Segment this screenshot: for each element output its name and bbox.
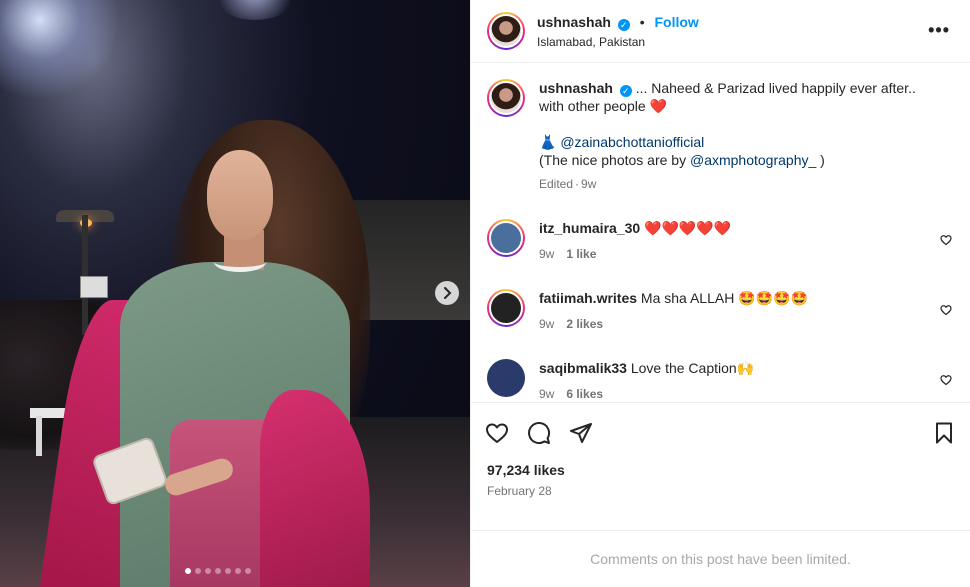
comment-text: ❤️❤️❤️❤️❤️ [644, 220, 732, 237]
caption-username[interactable]: ushnashah [539, 80, 613, 96]
woman-face [207, 150, 273, 240]
next-slide-button[interactable] [435, 281, 459, 305]
stage-light [0, 0, 120, 100]
likes-count[interactable]: 97,234 likes [471, 462, 970, 478]
avatar[interactable] [487, 219, 525, 258]
avatar[interactable] [487, 79, 525, 118]
caption-text-2: (The nice photos are by [539, 152, 687, 169]
comments-list[interactable]: ushnashah ✓ ... Naheed & Parizad lived h… [471, 63, 970, 402]
separator-dot: • [639, 13, 645, 30]
post-date[interactable]: February 28 [471, 478, 970, 498]
comment-age: 9w [539, 317, 555, 332]
avatar[interactable] [487, 359, 525, 398]
post-author-username[interactable]: ushnashah [537, 14, 611, 30]
follow-button[interactable]: Follow [654, 14, 698, 30]
carousel-dot [185, 568, 191, 574]
comment-likes[interactable]: 6 likes [566, 387, 603, 401]
mention-link[interactable]: @zainabchottaniofficial [560, 134, 704, 150]
caption-text-3: ) [820, 152, 825, 169]
comment-likes[interactable]: 2 likes [566, 317, 603, 331]
action-bar [471, 401, 970, 462]
comment-username[interactable]: saqibmalik33 [539, 360, 627, 376]
comment-username[interactable]: itz_humaira_30 [539, 220, 640, 236]
comment-age: 9w [539, 247, 555, 262]
share-icon[interactable] [569, 421, 593, 445]
white-table-leg [36, 416, 42, 456]
carousel-dot [215, 568, 221, 574]
comment-icon[interactable] [527, 421, 551, 445]
heart-icon[interactable] [940, 303, 952, 316]
carousel-indicator [185, 568, 251, 574]
comment-text: Love the Caption🙌 [630, 360, 755, 377]
meta-dot: · [575, 177, 580, 192]
comment-likes[interactable]: 1 like [566, 247, 596, 261]
heart-icon[interactable] [940, 373, 952, 386]
comment-row: fatiimah.writes Ma sha ALLAH 🤩🤩🤩🤩 9w 2 lik… [487, 289, 954, 333]
sign-board [80, 276, 108, 298]
necklace [214, 252, 266, 272]
more-options-icon[interactable]: ••• [928, 20, 950, 41]
dress-emoji: 👗 [539, 134, 557, 151]
comment-text: Ma sha ALLAH 🤩🤩🤩🤩 [640, 290, 808, 307]
post-side-panel: ushnashah ✓ • Follow Islamabad, Pakistan… [470, 0, 970, 587]
caption-age: 9w [581, 177, 597, 192]
heater-pole [82, 215, 88, 335]
bookmark-icon[interactable] [932, 421, 956, 445]
avatar[interactable] [487, 289, 525, 328]
stage-light-2 [210, 0, 300, 20]
heart-emoji: ❤️ [649, 98, 667, 115]
carousel-dot [245, 568, 251, 574]
heart-icon[interactable] [485, 421, 509, 445]
post-header: ushnashah ✓ • Follow Islamabad, Pakistan… [471, 0, 970, 64]
carousel-dot [205, 568, 211, 574]
post-dialog: ushnashah ✓ • Follow Islamabad, Pakistan… [0, 0, 970, 587]
comment-row: saqibmalik33 Love the Caption🙌 9w 6 likes [487, 359, 954, 402]
mention-link-2[interactable]: @axmphotography_ [690, 152, 816, 168]
comment-username[interactable]: fatiimah.writes [539, 290, 637, 306]
comments-limited-notice: Comments on this post have been limited. [471, 530, 970, 587]
verified-badge-icon: ✓ [619, 85, 632, 98]
carousel-dot [195, 568, 201, 574]
post-photo[interactable] [0, 0, 470, 587]
caption: ushnashah ✓ ... Naheed & Parizad lived h… [487, 79, 954, 193]
verified-badge-icon: ✓ [617, 18, 630, 31]
comment-row: itz_humaira_30 ❤️❤️❤️❤️❤️ 9w 1 like [487, 219, 954, 263]
post-location[interactable]: Islamabad, Pakistan [537, 35, 699, 49]
carousel-dot [235, 568, 241, 574]
heart-icon[interactable] [940, 233, 952, 246]
avatar[interactable] [487, 12, 525, 51]
carousel-dot [225, 568, 231, 574]
chevron-right-icon [444, 287, 452, 299]
edited-label: Edited [539, 177, 574, 192]
comment-age: 9w [539, 387, 555, 402]
